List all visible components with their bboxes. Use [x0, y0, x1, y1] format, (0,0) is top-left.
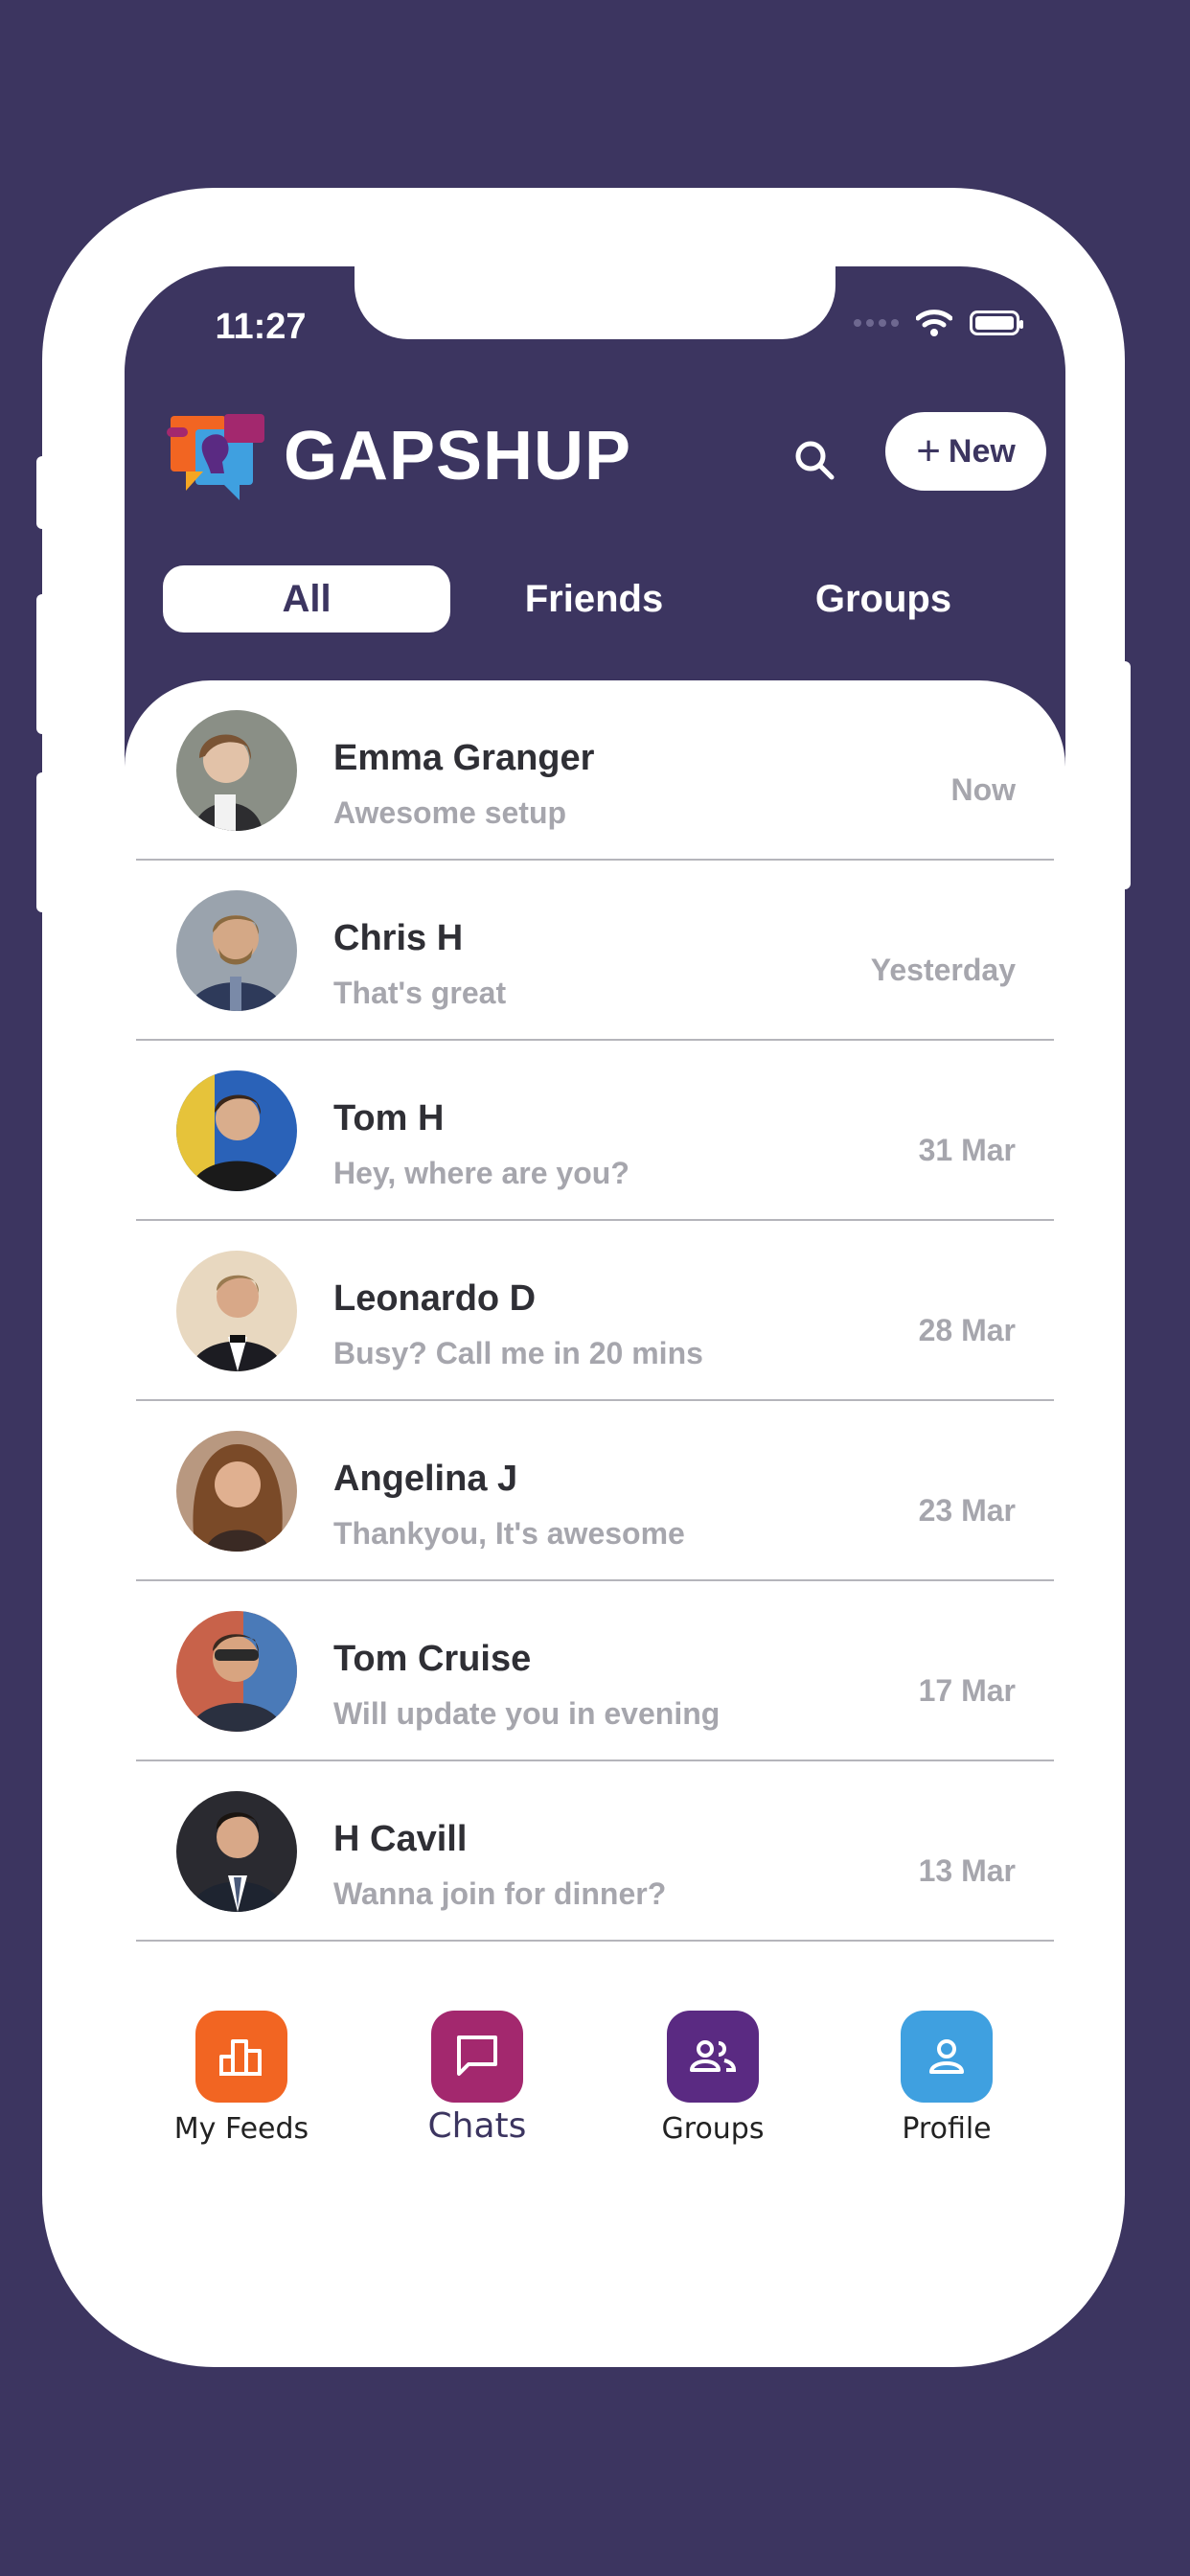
chat-row[interactable]: Emma Granger Awesome setup Now: [136, 680, 1054, 861]
new-chat-button[interactable]: + New: [885, 412, 1046, 491]
battery-icon: [970, 310, 1023, 335]
chat-filter-tabs: All Friends Groups: [163, 565, 1027, 632]
message-time: Yesterday: [870, 953, 1016, 987]
plus-icon: +: [916, 427, 941, 474]
person-icon: [901, 2011, 993, 2103]
avatar: [176, 890, 297, 1011]
group-icon: [667, 2011, 759, 2103]
nav-label: Groups: [661, 2112, 765, 2146]
phone-side-button: [36, 594, 48, 734]
chat-row[interactable]: Leonardo D Busy? Call me in 20 mins 28 M…: [136, 1221, 1054, 1401]
phone-side-button: [36, 772, 48, 912]
avatar: [176, 710, 297, 831]
tab-groups[interactable]: Groups: [740, 565, 1027, 632]
notch: [355, 266, 835, 339]
phone-screen: 11:27 GAPSHUP + New All Friends Groups E…: [125, 266, 1065, 2271]
last-message: That's great: [333, 976, 507, 1010]
message-time: 17 Mar: [918, 1673, 1016, 1708]
avatar: [176, 1431, 297, 1552]
logo-text: GAPSHUP: [284, 418, 632, 494]
message-time: 13 Mar: [918, 1853, 1016, 1888]
avatar: [176, 1251, 297, 1371]
phone-side-button: [36, 456, 48, 529]
chat-list: Emma Granger Awesome setup Now Chris H T…: [125, 680, 1065, 2108]
chat-row[interactable]: Chris H That's great Yesterday: [136, 861, 1054, 1041]
contact-name: Leonardo D: [333, 1278, 537, 1319]
nav-chats[interactable]: Chats: [381, 2011, 573, 2146]
chat-row[interactable]: Tom Cruise Will update you in evening 17…: [136, 1581, 1054, 1761]
contact-name: Emma Granger: [333, 738, 595, 778]
phone-side-button: [1119, 661, 1131, 889]
last-message: Busy? Call me in 20 mins: [333, 1336, 703, 1370]
search-button[interactable]: [776, 422, 853, 498]
message-time: Now: [950, 772, 1016, 807]
chat-bubble-icon: [431, 2011, 523, 2103]
last-message: Wanna join for dinner?: [333, 1876, 667, 1911]
bottom-nav: My Feeds Chats Groups Profile: [125, 2011, 1065, 2183]
tab-friends[interactable]: Friends: [450, 565, 738, 632]
avatar: [176, 1791, 297, 1912]
logo-icon: [167, 414, 264, 500]
message-time: 28 Mar: [918, 1313, 1016, 1347]
nav-label: Profile: [902, 2112, 992, 2146]
search-icon: [795, 441, 835, 480]
status-time: 11:27: [215, 307, 307, 347]
last-message: Hey, where are you?: [333, 1156, 629, 1190]
nav-groups[interactable]: Groups: [617, 2011, 809, 2146]
contact-name: H Cavill: [333, 1819, 468, 1859]
app-logo: GAPSHUP: [167, 410, 631, 502]
chat-row[interactable]: Angelina J Thankyou, It's awesome 23 Mar: [136, 1401, 1054, 1581]
contact-name: Tom Cruise: [333, 1639, 532, 1679]
message-time: 31 Mar: [918, 1133, 1016, 1167]
nav-profile[interactable]: Profile: [851, 2011, 1042, 2146]
signal-icon: [854, 319, 899, 327]
contact-name: Angelina J: [333, 1459, 518, 1499]
tab-all[interactable]: All: [163, 565, 450, 632]
chat-row[interactable]: Tom H Hey, where are you? 31 Mar: [136, 1041, 1054, 1221]
contact-name: Chris H: [333, 918, 464, 958]
avatar: [176, 1070, 297, 1191]
new-button-label: New: [948, 432, 1016, 470]
message-time: 23 Mar: [918, 1493, 1016, 1528]
chat-row[interactable]: H Cavill Wanna join for dinner? 13 Mar: [136, 1761, 1054, 1942]
nav-label: Chats: [427, 2106, 527, 2146]
wifi-icon: [916, 310, 952, 336]
bar-chart-icon: [195, 2011, 287, 2103]
last-message: Will update you in evening: [333, 1696, 721, 1731]
nav-my-feeds[interactable]: My Feeds: [146, 2011, 337, 2146]
status-icons: [854, 309, 1023, 337]
nav-label: My Feeds: [173, 2112, 309, 2146]
last-message: Thankyou, It's awesome: [333, 1516, 685, 1551]
contact-name: Tom H: [333, 1098, 445, 1138]
last-message: Awesome setup: [333, 795, 567, 830]
avatar: [176, 1611, 297, 1732]
